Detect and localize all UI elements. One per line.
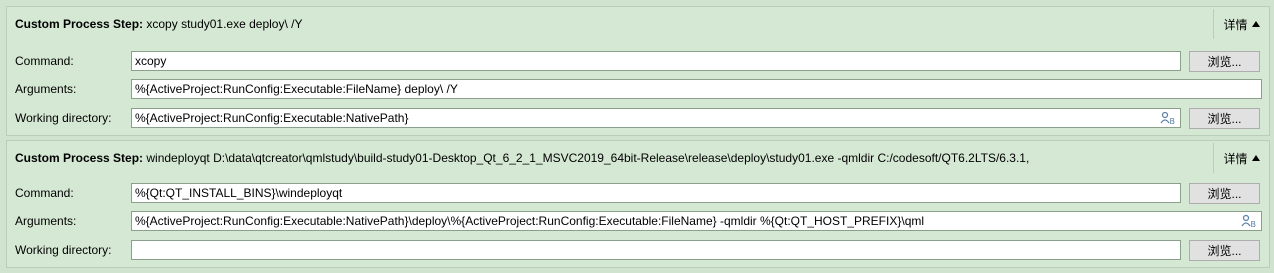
- details-label: 详情: [1223, 151, 1248, 166]
- working-directory-browse-button[interactable]: 浏览...: [1189, 240, 1260, 261]
- step-header-summary: windeployqt D:\data\qtcreator\qmlstudy\b…: [143, 151, 1030, 165]
- variable-chooser-icon[interactable]: B: [1241, 214, 1257, 229]
- svg-text:B: B: [1251, 220, 1257, 228]
- command-browse-button[interactable]: 浏览...: [1189, 51, 1260, 72]
- working-directory-label: Working directory:: [15, 111, 112, 125]
- arguments-input[interactable]: %{ActiveProject:RunConfig:Executable:Fil…: [131, 79, 1262, 99]
- svg-text:B: B: [1170, 117, 1176, 125]
- command-label: Command:: [15, 54, 74, 68]
- step-header-label: Custom Process Step:: [15, 17, 144, 31]
- custom-process-step-1: Custom Process Step: xcopy study01.exe d…: [6, 6, 1270, 136]
- step-header[interactable]: Custom Process Step: windeployqt D:\data…: [15, 151, 1209, 167]
- details-toggle-button[interactable]: 详情: [1213, 143, 1269, 173]
- working-directory-browse-button[interactable]: 浏览...: [1189, 108, 1260, 129]
- working-directory-input[interactable]: %{ActiveProject:RunConfig:Executable:Nat…: [131, 108, 1181, 128]
- step-header-label: Custom Process Step:: [15, 151, 144, 165]
- arguments-input[interactable]: %{ActiveProject:RunConfig:Executable:Nat…: [131, 211, 1262, 231]
- arguments-value: %{ActiveProject:RunConfig:Executable:Nat…: [135, 214, 925, 228]
- working-directory-value: %{ActiveProject:RunConfig:Executable:Nat…: [135, 111, 409, 125]
- variable-chooser-icon[interactable]: B: [1160, 111, 1176, 126]
- collapse-arrow-icon: [1251, 155, 1260, 161]
- details-toggle-button[interactable]: 详情: [1213, 9, 1269, 39]
- arguments-label: Arguments:: [15, 82, 77, 96]
- working-directory-input[interactable]: [131, 240, 1181, 260]
- command-input[interactable]: %{Qt:QT_INSTALL_BINS}\windeployqt: [131, 183, 1181, 203]
- collapse-arrow-icon: [1251, 21, 1260, 27]
- command-label: Command:: [15, 186, 74, 200]
- step-header[interactable]: Custom Process Step: xcopy study01.exe d…: [15, 17, 1209, 33]
- command-input[interactable]: xcopy: [131, 51, 1181, 71]
- arguments-label: Arguments:: [15, 214, 77, 228]
- custom-process-step-2: Custom Process Step: windeployqt D:\data…: [6, 140, 1270, 268]
- step-header-summary: xcopy study01.exe deploy\ /Y: [143, 17, 303, 31]
- command-browse-button[interactable]: 浏览...: [1189, 183, 1260, 204]
- details-label: 详情: [1223, 17, 1248, 32]
- working-directory-label: Working directory:: [15, 243, 112, 257]
